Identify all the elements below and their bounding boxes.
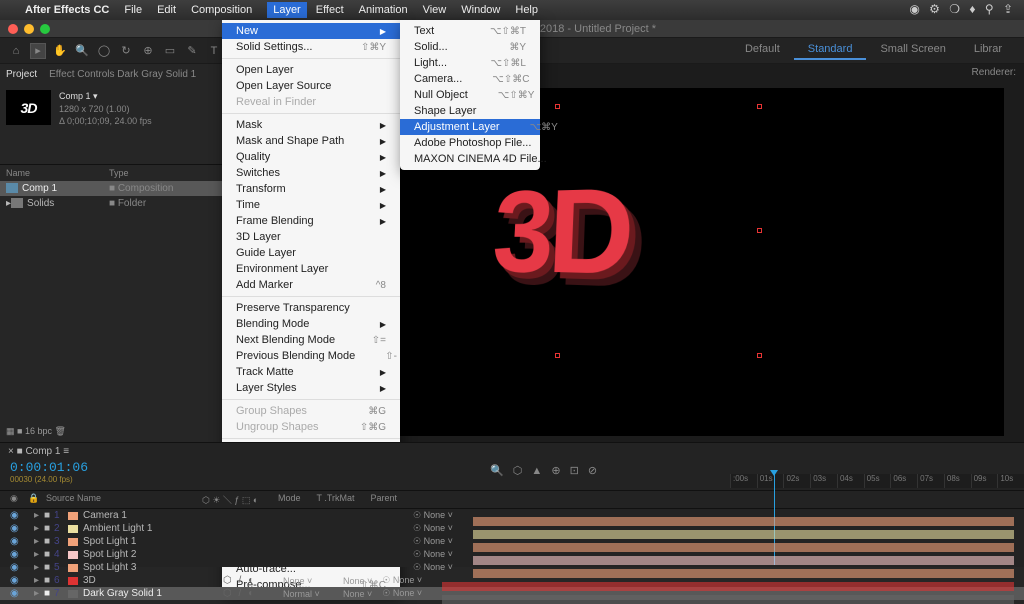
menu-help[interactable]: Help (515, 4, 538, 16)
menu-view[interactable]: View (423, 4, 447, 16)
tab-project[interactable]: Project (6, 69, 37, 80)
app-name[interactable]: After Effects CC (25, 4, 109, 16)
menu-item[interactable]: Open Layer Source (222, 78, 400, 94)
menu-item[interactable]: Blending Mode (222, 316, 400, 332)
text-tool-icon[interactable]: T (206, 43, 222, 59)
layer-handle[interactable] (555, 353, 560, 358)
timeline-tab[interactable]: Comp 1 (25, 446, 60, 457)
submenu-item[interactable]: MAXON CINEMA 4D File... (400, 151, 540, 167)
menu-edit[interactable]: Edit (157, 4, 176, 16)
project-item-comp[interactable]: Comp 1 ■ Composition (0, 181, 225, 196)
menu-item[interactable]: Open Layer (222, 62, 400, 78)
comp-metadata: Comp 1 ▾ 1280 x 720 (1.00) Δ 0;00;10;09,… (59, 90, 152, 128)
menu-item[interactable]: Switches (222, 165, 400, 181)
menu-composition[interactable]: Composition (191, 4, 252, 16)
timecode[interactable]: 0:00:01:06 (10, 460, 88, 475)
selection-tool-icon[interactable]: ▸ (30, 43, 46, 59)
menu-item: Reveal in Finder (222, 94, 400, 110)
menu-item[interactable]: Preserve Transparency (222, 300, 400, 316)
3d-text-layer[interactable]: 3D (489, 161, 630, 304)
project-panel: Project Effect Controls Dark Gray Solid … (0, 64, 225, 464)
tab-effect-controls[interactable]: Effect Controls Dark Gray Solid 1 (49, 69, 196, 80)
menu-item[interactable]: Time (222, 197, 400, 213)
timecode-sub: 00030 (24.00 fps) (10, 475, 480, 484)
zoom-tool-icon[interactable]: 🔍 (74, 43, 90, 59)
submenu-item[interactable]: Null Object⌥⇧⌘Y (400, 87, 540, 103)
submenu-item[interactable]: Adobe Photoshop File... (400, 135, 540, 151)
menu-item[interactable]: Transform (222, 181, 400, 197)
submenu-item[interactable]: Shape Layer (400, 103, 540, 119)
timeline-panel: × ■ Comp 1 ≡ 0:00:01:06 00030 (24.00 fps… (0, 442, 1024, 567)
menubar-status-icons: ◉ ⚙ ❍ ♦ ⚲ ⇪ (909, 2, 1016, 16)
menu-item[interactable]: Guide Layer (222, 245, 400, 261)
menu-item[interactable]: Track Matte (222, 364, 400, 380)
layer-handle[interactable] (555, 104, 560, 109)
hand-tool-icon[interactable]: ✋ (52, 43, 68, 59)
window-zoom-button[interactable] (40, 24, 50, 34)
comp-thumbnail[interactable]: 3D (6, 90, 51, 125)
layer-handle[interactable] (757, 353, 762, 358)
home-icon[interactable]: ⌂ (8, 43, 24, 59)
layer-handle[interactable] (757, 104, 762, 109)
menu-item[interactable]: Frame Blending (222, 213, 400, 229)
menu-item: Ungroup Shapes⇧⌘G (222, 419, 400, 435)
rotate-tool-icon[interactable]: ↻ (118, 43, 134, 59)
project-item-solids[interactable]: ▸Solids ■ Folder (0, 196, 225, 211)
menu-item[interactable]: Environment Layer (222, 261, 400, 277)
col-name[interactable]: Name (6, 168, 109, 178)
menu-item[interactable]: Previous Blending Mode⇧- (222, 348, 400, 364)
orbit-tool-icon[interactable]: ◯ (96, 43, 112, 59)
workspace-tabs: Default Standard Small Screen Librar (731, 40, 1016, 60)
layer-new-submenu: Text⌥⇧⌘TSolid...⌘YLight...⌥⇧⌘LCamera...⌥… (400, 20, 540, 170)
menu-window[interactable]: Window (461, 4, 500, 16)
submenu-item[interactable]: Adjustment Layer⌥⌘Y (400, 119, 540, 135)
submenu-item[interactable]: Solid...⌘Y (400, 39, 540, 55)
anchor-tool-icon[interactable]: ⊕ (140, 43, 156, 59)
workspace-tab-smallscreen[interactable]: Small Screen (866, 40, 959, 60)
submenu-item[interactable]: Light...⌥⇧⌘L (400, 55, 540, 71)
menu-item[interactable]: Mask (222, 117, 400, 133)
layer-handle[interactable] (757, 228, 762, 233)
menu-item[interactable]: 3D Layer (222, 229, 400, 245)
menu-item[interactable]: Quality (222, 149, 400, 165)
bpc-indicator[interactable]: ▦ ■ 16 bpc 🗑 (6, 426, 66, 437)
menu-item[interactable]: Solid Settings...⇧⌘Y (222, 39, 400, 55)
menu-item[interactable]: Add Marker^8 (222, 277, 400, 293)
pen-tool-icon[interactable]: ✎ (184, 43, 200, 59)
workspace-tab-standard[interactable]: Standard (794, 40, 867, 60)
menu-item[interactable]: New (222, 23, 400, 39)
submenu-item[interactable]: Camera...⌥⇧⌘C (400, 71, 540, 87)
menu-layer[interactable]: Layer (267, 2, 307, 18)
menu-item: Group Shapes⌘G (222, 403, 400, 419)
timeline-layer[interactable]: ◉▸■1Camera 1 ☉ None ˅ (0, 509, 1024, 522)
menu-file[interactable]: File (124, 4, 142, 16)
col-type[interactable]: Type (109, 168, 219, 178)
window-minimize-button[interactable] (24, 24, 34, 34)
workspace-tab-libraries[interactable]: Librar (960, 40, 1016, 60)
window-close-button[interactable] (8, 24, 18, 34)
menu-effect[interactable]: Effect (316, 4, 344, 16)
rect-tool-icon[interactable]: ▭ (162, 43, 178, 59)
submenu-item[interactable]: Text⌥⇧⌘T (400, 23, 540, 39)
timeline-switches-icons[interactable]: 🔍 ⬡ ▲ ⊕ ⊡ ⊘ (490, 464, 600, 477)
window-title: Adobe After Effects CC 2018 - Untitled P… (56, 23, 1024, 35)
menu-item[interactable]: Mask and Shape Path (222, 133, 400, 149)
workspace-tab-default[interactable]: Default (731, 40, 794, 60)
menu-item[interactable]: Next Blending Mode⇧= (222, 332, 400, 348)
mac-menubar: After Effects CC File Edit Composition L… (0, 0, 1024, 20)
menu-animation[interactable]: Animation (359, 4, 408, 16)
menu-item[interactable]: Layer Styles (222, 380, 400, 396)
